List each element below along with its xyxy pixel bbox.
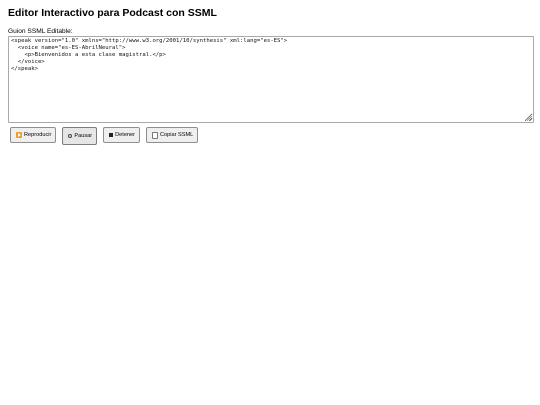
copy-button-label: Copiar SSML	[160, 132, 194, 138]
page-title: Editor Interactivo para Podcast con SSML	[8, 7, 217, 19]
play-button[interactable]: Reproducir	[10, 127, 57, 143]
resize-handle-icon[interactable]	[527, 116, 532, 121]
play-button-label: Reproducir	[24, 132, 52, 138]
pause-button[interactable]: Pausar	[62, 127, 98, 145]
stop-icon	[109, 133, 114, 137]
stop-button-label: Detener	[115, 132, 136, 138]
ssml-editor-textarea[interactable]	[8, 36, 534, 123]
copy-ssml-button[interactable]: Copiar SSML	[146, 127, 199, 143]
pause-icon	[68, 134, 73, 138]
play-icon	[16, 132, 22, 138]
stop-button[interactable]: Detener	[103, 127, 141, 143]
pause-button-label: Pausar	[74, 133, 93, 139]
playback-controls: Reproducir Pausar Detener Copiar SSML	[10, 127, 204, 145]
copy-icon	[152, 131, 159, 139]
ssml-editor-label: Guion SSML Editable:	[8, 28, 73, 35]
